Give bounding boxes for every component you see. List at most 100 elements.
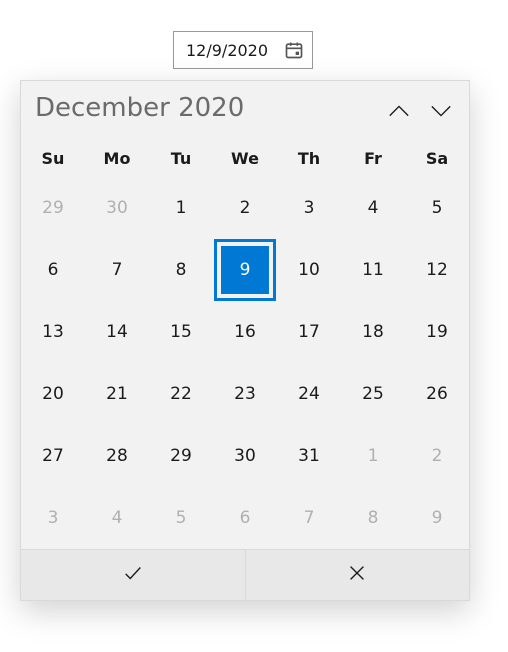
calendar-day-number: 29: [29, 184, 77, 232]
calendar-day-number: 29: [157, 432, 205, 480]
calendar-day[interactable]: 1: [341, 425, 405, 487]
calendar-day[interactable]: 26: [405, 363, 469, 425]
weekday-header: Su: [21, 139, 85, 177]
calendar-day-number: 7: [93, 246, 141, 294]
weekday-header: We: [213, 139, 277, 177]
calendar-day-number: 15: [157, 308, 205, 356]
calendar-day[interactable]: 18: [341, 301, 405, 363]
calendar-day-number: 30: [93, 184, 141, 232]
calendar-day[interactable]: 16: [213, 301, 277, 363]
calendar-day-number: 6: [29, 246, 77, 294]
weekday-header: Sa: [405, 139, 469, 177]
close-icon: [346, 562, 368, 588]
calendar-day[interactable]: 4: [341, 177, 405, 239]
weekday-header: Fr: [341, 139, 405, 177]
calendar-day[interactable]: 31: [277, 425, 341, 487]
calendar-day[interactable]: 10: [277, 239, 341, 301]
calendar-day-number: 17: [285, 308, 333, 356]
calendar-day-number: 30: [221, 432, 269, 480]
calendar-day[interactable]: 22: [149, 363, 213, 425]
calendar-day[interactable]: 12: [405, 239, 469, 301]
calendar-day-number: 12: [413, 246, 461, 294]
calendar-day-number: 5: [413, 184, 461, 232]
calendar-day[interactable]: 4: [85, 487, 149, 549]
calendar-day[interactable]: 14: [85, 301, 149, 363]
calendar-day[interactable]: 7: [85, 239, 149, 301]
calendar-day[interactable]: 6: [213, 487, 277, 549]
calendar-day-number: 1: [349, 432, 397, 480]
calendar-day[interactable]: 2: [405, 425, 469, 487]
date-input-value: 12/9/2020: [186, 41, 268, 60]
calendar-day[interactable]: 23: [213, 363, 277, 425]
calendar-day[interactable]: 29: [21, 177, 85, 239]
calendar-day[interactable]: 3: [21, 487, 85, 549]
calendar-day-number: 6: [221, 494, 269, 542]
calendar-day[interactable]: 20: [21, 363, 85, 425]
calendar-header: December 2020: [21, 81, 469, 139]
date-input[interactable]: 12/9/2020: [173, 31, 313, 69]
accept-button[interactable]: [21, 550, 245, 600]
cancel-button[interactable]: [245, 550, 470, 600]
weekday-header: Mo: [85, 139, 149, 177]
calendar-day-number: 26: [413, 370, 461, 418]
calendar-title[interactable]: December 2020: [35, 93, 244, 123]
calendar-day-number: 16: [221, 308, 269, 356]
calendar-day-number: 23: [221, 370, 269, 418]
calendar-day-number: 2: [413, 432, 461, 480]
calendar-day-number: 19: [413, 308, 461, 356]
weekday-header: Tu: [149, 139, 213, 177]
calendar-day-number: 13: [29, 308, 77, 356]
next-month-button[interactable]: [427, 97, 455, 125]
prev-month-button[interactable]: [385, 97, 413, 125]
calendar-day[interactable]: 30: [213, 425, 277, 487]
calendar-day-number: 22: [157, 370, 205, 418]
calendar-day[interactable]: 27: [21, 425, 85, 487]
calendar-day[interactable]: 3: [277, 177, 341, 239]
calendar-day-number: 8: [157, 246, 205, 294]
calendar-day-number: 7: [285, 494, 333, 542]
calendar-day-number: 1: [157, 184, 205, 232]
calendar-day-number: 5: [157, 494, 205, 542]
calendar-day[interactable]: 8: [341, 487, 405, 549]
calendar-day-number: 25: [349, 370, 397, 418]
calendar-day[interactable]: 1: [149, 177, 213, 239]
calendar-popup: December 2020 SuMoTuWeThFrSa 29301234567…: [20, 80, 470, 601]
calendar-day[interactable]: 6: [21, 239, 85, 301]
calendar-day[interactable]: 5: [149, 487, 213, 549]
calendar-day[interactable]: 19: [405, 301, 469, 363]
calendar-day-number: 3: [29, 494, 77, 542]
calendar-day[interactable]: 24: [277, 363, 341, 425]
calendar-day-number: 11: [349, 246, 397, 294]
calendar-day[interactable]: 30: [85, 177, 149, 239]
calendar-day-grid: 2930123456789101112131415161718192021222…: [21, 177, 469, 549]
calendar-day[interactable]: 9: [213, 239, 277, 301]
calendar-day[interactable]: 25: [341, 363, 405, 425]
calendar-day-number: 18: [349, 308, 397, 356]
calendar-day-number: 2: [221, 184, 269, 232]
calendar-day[interactable]: 9: [405, 487, 469, 549]
checkmark-icon: [122, 562, 144, 588]
calendar-day[interactable]: 17: [277, 301, 341, 363]
calendar-day-number: 31: [285, 432, 333, 480]
calendar-day[interactable]: 15: [149, 301, 213, 363]
calendar-footer: [21, 549, 469, 600]
calendar-day[interactable]: 5: [405, 177, 469, 239]
calendar-day-number: 27: [29, 432, 77, 480]
calendar-day-number: 3: [285, 184, 333, 232]
calendar-day[interactable]: 13: [21, 301, 85, 363]
calendar-day-number: 10: [285, 246, 333, 294]
calendar-day-number: 24: [285, 370, 333, 418]
calendar-day[interactable]: 29: [149, 425, 213, 487]
calendar-day[interactable]: 7: [277, 487, 341, 549]
calendar-day-number: 21: [93, 370, 141, 418]
calendar-day-number: 9: [221, 246, 269, 294]
calendar-day[interactable]: 8: [149, 239, 213, 301]
calendar-day[interactable]: 21: [85, 363, 149, 425]
calendar-day[interactable]: 28: [85, 425, 149, 487]
calendar-day[interactable]: 11: [341, 239, 405, 301]
calendar-day-number: 4: [349, 184, 397, 232]
calendar-day[interactable]: 2: [213, 177, 277, 239]
calendar-day-number: 8: [349, 494, 397, 542]
weekday-header: Th: [277, 139, 341, 177]
calendar-icon: [284, 40, 304, 60]
